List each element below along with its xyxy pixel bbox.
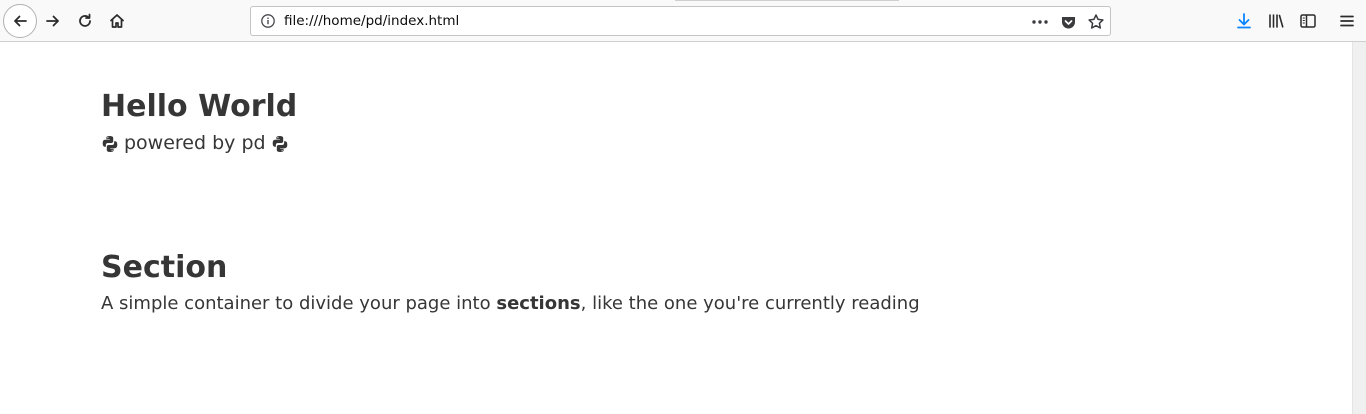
reload-icon — [79, 13, 91, 27]
star-icon[interactable] — [1086, 12, 1106, 32]
download-icon — [1237, 13, 1251, 29]
section-text-after: , like the one you're currently reading — [580, 293, 920, 314]
back-arrow-icon — [14, 15, 27, 27]
back-button[interactable] — [3, 4, 37, 38]
hamburger-menu-icon — [1340, 15, 1354, 27]
more-dots-icon[interactable] — [1030, 12, 1050, 32]
forward-arrow-icon — [46, 15, 59, 27]
python-icon — [272, 135, 287, 152]
hero-title: Hello World — [101, 89, 298, 124]
vertical-scrollbar[interactable] — [1352, 42, 1366, 414]
section-text: A simple container to divide your page i… — [101, 291, 920, 317]
section-title: Section — [101, 250, 228, 285]
url-text[interactable]: file:///home/pd/index.html — [284, 13, 459, 29]
page-viewport: Hello World powered by pd Section A simp… — [0, 42, 1352, 414]
browser-toolbar: file:///home/pd/index.html — [0, 0, 1366, 42]
downloads-button[interactable] — [1229, 5, 1259, 37]
section-text-before: A simple container to divide your page i… — [101, 293, 497, 314]
home-button[interactable] — [101, 5, 133, 37]
pocket-icon[interactable] — [1058, 12, 1078, 32]
sidebar-button[interactable] — [1293, 5, 1323, 37]
tab-strip-edge — [675, 0, 899, 1]
hero-subtitle-text: powered by pd — [124, 132, 266, 154]
forward-button[interactable] — [37, 5, 69, 37]
section-text-bold: sections — [496, 293, 581, 314]
info-icon[interactable] — [260, 13, 276, 33]
reload-button[interactable] — [69, 5, 101, 37]
library-button[interactable] — [1261, 5, 1291, 37]
menu-button[interactable] — [1332, 5, 1362, 37]
sidebar-icon — [1300, 14, 1316, 28]
hero-subtitle: powered by pd — [101, 130, 289, 156]
home-icon — [110, 14, 124, 28]
library-icon — [1269, 14, 1284, 28]
url-bar[interactable]: file:///home/pd/index.html — [250, 6, 1111, 36]
python-icon — [102, 135, 118, 152]
